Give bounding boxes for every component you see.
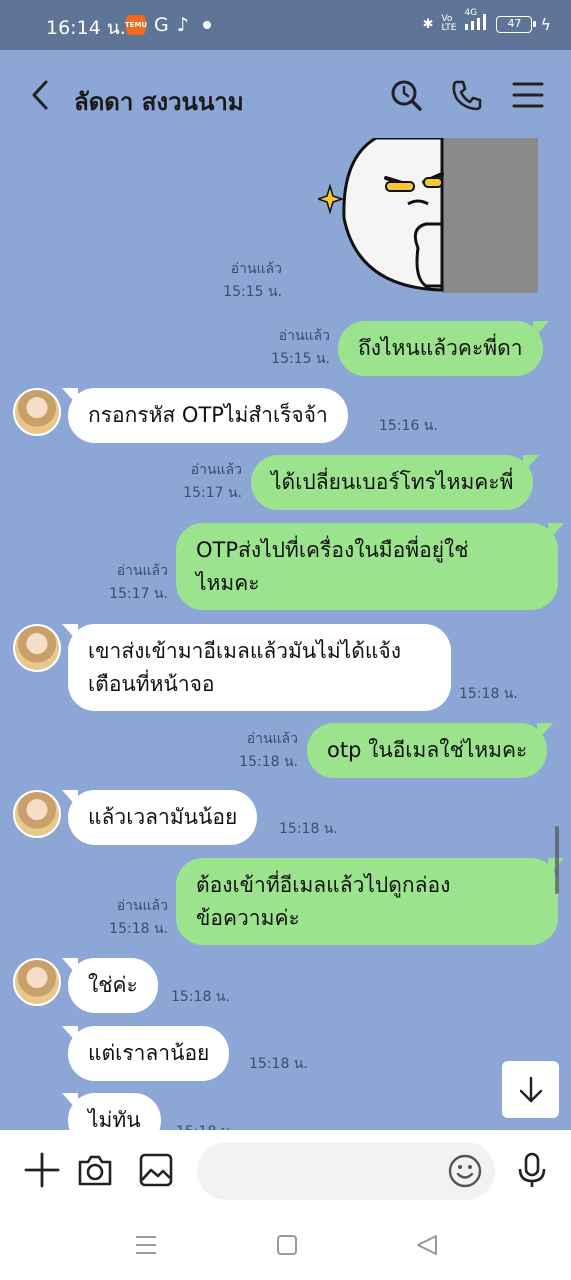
- message-text: ได้เปลี่ยนเบอร์โทรไหมคะพี่: [271, 470, 514, 494]
- recent-apps-icon[interactable]: [133, 1232, 159, 1258]
- status-time: 16:14 น.: [46, 17, 126, 39]
- contact-avatar[interactable]: [13, 790, 61, 838]
- read-receipt: อ่านแล้ว: [246, 731, 298, 747]
- message-time: 15:18 น.: [239, 754, 298, 770]
- image-gallery-icon[interactable]: [138, 1152, 174, 1188]
- chat-messages-area[interactable]: อ่านแล้ว 15:15 น. อ่านแล้ว 15:15 น. ถึงไ…: [0, 138, 571, 1130]
- microphone-icon[interactable]: [514, 1152, 550, 1188]
- phone-call-icon[interactable]: [450, 78, 484, 112]
- bluetooth-icon: ✱: [422, 16, 434, 32]
- outgoing-message-bubble[interactable]: ได้เปลี่ยนเบอร์โทรไหมคะพี่: [251, 455, 540, 510]
- signal-icon: 4G: [464, 8, 488, 34]
- message-time: 15:16 น.: [379, 418, 438, 434]
- outgoing-message-bubble[interactable]: OTPส่งไปที่เครื่องในมือพี่อยู่ใช่ ไหมคะ: [176, 523, 564, 610]
- incoming-message-bubble[interactable]: กรอกรหัส OTPไม่สำเร็จจ้า: [62, 388, 348, 443]
- message-time: 15:15 น.: [271, 351, 330, 367]
- contact-avatar[interactable]: [13, 624, 61, 672]
- message-text-line: ต้องเข้าที่อีเมลแล้วไปดูกล่อง: [196, 873, 451, 897]
- menu-icon[interactable]: [511, 78, 545, 112]
- incoming-message-bubble[interactable]: ใช่ค่ะ: [62, 958, 158, 1013]
- message-time: 15:18 น.: [249, 1056, 308, 1072]
- back-nav-icon[interactable]: [414, 1232, 440, 1258]
- message-text-line: ไหมคะ: [196, 571, 260, 595]
- contact-avatar[interactable]: [13, 958, 61, 1006]
- read-receipt: อ่านแล้ว: [116, 898, 168, 914]
- message-text: ไม่ทัน: [88, 1108, 141, 1130]
- read-receipt: อ่านแล้ว: [278, 328, 330, 344]
- contact-avatar[interactable]: [13, 388, 61, 436]
- outgoing-message-bubble[interactable]: ถึงไหนแล้วคะพี่ดา: [338, 321, 549, 376]
- charging-icon: ϟ: [540, 14, 551, 34]
- read-receipt: อ่านแล้ว: [116, 563, 168, 579]
- message-text: ใช่ค่ะ: [88, 973, 138, 997]
- message-text: แต่เราลาน้อย: [88, 1041, 210, 1065]
- more-notifications-icon: [202, 21, 211, 29]
- outgoing-message-bubble[interactable]: otp ในอีเมลใช่ไหมคะ: [307, 723, 554, 778]
- message-text-line: ข้อความค่ะ: [196, 906, 300, 930]
- arrow-down-icon: [519, 1076, 542, 1102]
- scroll-to-bottom-button[interactable]: [502, 1061, 559, 1118]
- message-text: otp ในอีเมลใช่ไหมคะ: [327, 738, 528, 762]
- google-icon: G: [154, 14, 169, 36]
- read-receipt: อ่านแล้ว: [190, 462, 242, 478]
- message-meta: อ่านแล้ว 15:18 น.: [216, 728, 298, 774]
- camera-icon[interactable]: [77, 1152, 113, 1188]
- message-time: 15:15 น.: [223, 284, 282, 300]
- system-navigation-bar: [0, 1210, 571, 1280]
- chat-header: ลัดดา สงวนนาม: [0, 50, 571, 138]
- sticker-image[interactable]: [318, 138, 538, 293]
- battery-icon: 47: [496, 15, 537, 33]
- back-arrow-icon[interactable]: [26, 78, 56, 112]
- message-time: 15:18 น.: [109, 921, 168, 937]
- message-time: 15:17 น.: [109, 586, 168, 602]
- volte-icon: Vo LTE: [441, 14, 457, 33]
- status-bar: 16:14 น. TEMU G ♪ ✱ Vo LTE 4G 47 ϟ: [0, 0, 571, 50]
- message-text: แล้วเวลามันน้อย: [88, 805, 238, 829]
- scrollbar[interactable]: [555, 826, 559, 894]
- read-receipt: อ่านแล้ว: [230, 261, 282, 277]
- message-text: กรอกรหัส OTPไม่สำเร็จจ้า: [88, 403, 328, 427]
- plus-icon[interactable]: [24, 1152, 60, 1188]
- message-text: ถึงไหนแล้วคะพี่ดา: [358, 336, 523, 360]
- message-time: 15:17 น.: [183, 485, 242, 501]
- message-input-bar: [0, 1130, 571, 1210]
- message-text-line: เตือนที่หน้าจอ: [88, 672, 215, 696]
- emoji-icon[interactable]: [447, 1153, 483, 1189]
- message-meta: อ่านแล้ว 15:17 น.: [86, 560, 168, 606]
- search-icon[interactable]: [389, 78, 423, 112]
- incoming-message-bubble[interactable]: แต่เราลาน้อย: [61, 1026, 230, 1081]
- contact-name[interactable]: ลัดดา สงวนนาม: [74, 82, 244, 121]
- message-meta: อ่านแล้ว 15:18 น.: [86, 895, 168, 941]
- message-text-line: เขาส่งเข้ามาอีเมลแล้วมันไม่ได้แจ้ง: [88, 639, 401, 663]
- temu-app-icon: TEMU: [125, 15, 147, 35]
- home-icon[interactable]: [274, 1232, 300, 1258]
- message-time: 15:18 น.: [459, 686, 518, 702]
- message-time: 15:18 น.: [176, 1121, 235, 1130]
- message-meta: อ่านแล้ว 15:15 น.: [248, 325, 330, 371]
- message-meta: อ่านแล้ว 15:17 น.: [160, 459, 242, 505]
- message-time: 15:18 น.: [171, 989, 230, 1005]
- message-time: 15:18 น.: [279, 821, 338, 837]
- message-meta: อ่านแล้ว 15:15 น.: [200, 258, 282, 304]
- incoming-message-bubble[interactable]: ไม่ทัน: [62, 1093, 161, 1130]
- incoming-message-bubble[interactable]: เขาส่งเข้ามาอีเมลแล้วมันไม่ได้แจ้ง เตือน…: [62, 624, 451, 711]
- incoming-message-bubble[interactable]: แล้วเวลามันน้อย: [61, 790, 258, 845]
- outgoing-message-bubble[interactable]: ต้องเข้าที่อีเมลแล้วไปดูกล่อง ข้อความค่ะ: [176, 858, 564, 945]
- message-text-line: OTPส่งไปที่เครื่องในมือพี่อยู่ใช่: [196, 538, 469, 562]
- tiktok-icon: ♪: [176, 14, 189, 36]
